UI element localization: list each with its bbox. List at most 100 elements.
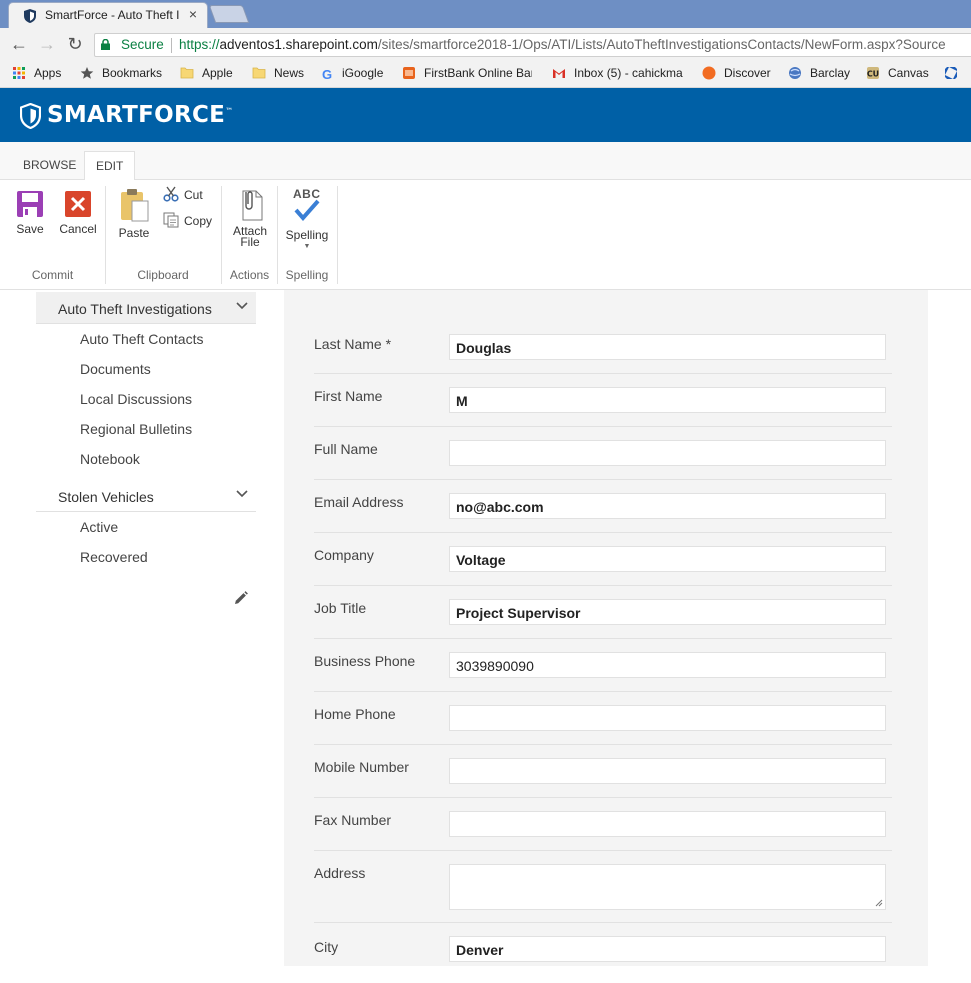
new-tab-button[interactable]: [208, 5, 250, 23]
browser-tabstrip: SmartForce - Auto Theft I ×: [0, 0, 971, 28]
address-textarea[interactable]: [449, 864, 886, 910]
shield-favicon-icon: [24, 9, 36, 23]
field-label: Address: [314, 865, 366, 881]
url-text[interactable]: https://adventos1.sharepoint.com/sites/s…: [179, 37, 946, 52]
bookmark-bookmarks[interactable]: Bookmarks: [80, 66, 162, 84]
tab-title: SmartForce - Auto Theft I: [45, 8, 180, 22]
nav-heading-auto-theft-investigations[interactable]: Auto Theft Investigations: [36, 292, 256, 324]
full-name-field[interactable]: [449, 440, 886, 466]
address-bar[interactable]: Secure https://adventos1.sharepoint.com/…: [94, 33, 971, 57]
last-name-field[interactable]: Douglas: [449, 334, 886, 360]
nav-item-documents[interactable]: Documents: [80, 361, 151, 377]
field-label: Business Phone: [314, 653, 416, 669]
nav-item-notebook[interactable]: Notebook: [80, 451, 140, 467]
bookmark-igoogle[interactable]: GiGoogle: [322, 66, 383, 84]
job-title-field[interactable]: Project Supervisor: [449, 599, 886, 625]
save-label: Save: [16, 222, 44, 236]
email-address-field[interactable]: no@abc.com: [449, 493, 886, 519]
bookmark-label: News: [274, 66, 305, 80]
field-label: City: [314, 939, 339, 955]
nav-item-regional-bulletins[interactable]: Regional Bulletins: [80, 421, 192, 437]
paste-button[interactable]: Paste: [116, 188, 152, 240]
mobile-number-field[interactable]: [449, 758, 886, 784]
bookmarks-bar: Apps Bookmarks Apple News GiGoogle First…: [0, 62, 971, 88]
nav-item-auto-theft-contacts[interactable]: Auto Theft Contacts: [80, 331, 203, 347]
lock-icon: [101, 39, 110, 50]
cancel-icon: [65, 191, 91, 217]
city-field[interactable]: Denver: [449, 936, 886, 962]
bookmark-label: Barclay: [810, 66, 851, 80]
tab-browse[interactable]: BROWSE: [12, 151, 87, 181]
bookmark-apps[interactable]: Apps: [12, 66, 61, 84]
attach-file-button[interactable]: Attach File: [228, 188, 272, 248]
scissors-icon: [163, 186, 179, 202]
quick-launch-nav: Auto Theft Investigations Auto Theft Con…: [0, 290, 284, 966]
field-label: Email Address: [314, 494, 404, 510]
brand-name: SMARTFORCE™: [47, 102, 234, 128]
first-name-field[interactable]: M: [449, 387, 886, 413]
tab-edit[interactable]: EDIT: [84, 151, 136, 181]
bookmark-inbox[interactable]: Inbox (5) - cahickma: [552, 66, 684, 84]
field-row-job-title: Job Title Project Supervisor: [314, 586, 892, 639]
field-row-business-phone: Business Phone 3039890090: [314, 639, 892, 692]
bookmark-news[interactable]: News: [252, 66, 304, 84]
bookmark-label: iGoogle: [342, 66, 384, 80]
chase-icon: [945, 67, 957, 79]
cancel-button[interactable]: Cancel: [56, 190, 100, 236]
save-button[interactable]: Save: [10, 190, 50, 236]
chevron-down-icon[interactable]: [236, 302, 248, 310]
fax-number-field[interactable]: [449, 811, 886, 837]
paste-icon: [121, 189, 149, 222]
field-label: Full Name: [314, 441, 378, 457]
browser-tab[interactable]: SmartForce - Auto Theft I ×: [8, 2, 208, 28]
bookmark-label: Apps: [34, 66, 62, 80]
paste-label: Paste: [118, 226, 150, 240]
bookmark-firstbank[interactable]: FirstBank Online Ban: [402, 66, 532, 84]
cu-icon: CU: [867, 67, 879, 79]
reload-icon[interactable]: ↻: [64, 34, 86, 55]
cut-button[interactable]: Cut: [163, 186, 203, 202]
nav-item-active[interactable]: Active: [80, 519, 118, 535]
back-arrow-icon[interactable]: ←: [8, 34, 30, 55]
spelling-button[interactable]: ABC Spelling ▼: [284, 186, 330, 250]
bookmark-label: Discover: [724, 66, 771, 80]
tab-close-icon[interactable]: ×: [189, 6, 197, 22]
forward-arrow-icon[interactable]: →: [36, 34, 58, 55]
bookmark-barclay[interactable]: Barclay: [788, 66, 850, 84]
secure-label: Secure: [121, 37, 164, 52]
suite-bar: SMARTFORCE™: [0, 88, 971, 142]
spelling-icon: ABC: [291, 186, 323, 224]
field-row-address: Address: [314, 851, 892, 923]
bookmark-canvas[interactable]: CU Canvas: [866, 66, 929, 84]
business-phone-field[interactable]: 3039890090: [449, 652, 886, 678]
field-row-full-name: Full Name: [314, 427, 892, 480]
field-row-city: City Denver: [314, 923, 892, 983]
resize-grip-icon[interactable]: [875, 899, 883, 907]
bookmark-chase[interactable]: [944, 66, 966, 84]
nav-heading-label: Auto Theft Investigations: [58, 301, 212, 317]
globe-icon: [789, 67, 801, 79]
field-row-mobile-number: Mobile Number: [314, 745, 892, 798]
nav-item-recovered[interactable]: Recovered: [80, 549, 148, 565]
save-icon: [17, 191, 43, 217]
company-field[interactable]: Voltage: [449, 546, 886, 572]
chevron-down-icon[interactable]: [236, 490, 248, 498]
bookmark-apple[interactable]: Apple: [180, 66, 233, 84]
copy-button[interactable]: Copy: [163, 212, 212, 228]
folder-icon: [180, 67, 194, 79]
field-label: First Name: [314, 388, 383, 404]
field-row-fax-number: Fax Number: [314, 798, 892, 851]
nav-item-local-discussions[interactable]: Local Discussions: [80, 391, 192, 407]
url-host: adventos1.sharepoint.com: [219, 37, 378, 52]
firstbank-icon: [403, 67, 415, 79]
spelling-label: Spelling: [285, 228, 329, 242]
attach-file-icon: [242, 190, 263, 221]
bookmark-discover[interactable]: Discover: [702, 66, 771, 84]
field-label: Fax Number: [314, 812, 392, 828]
bookmark-label: Inbox (5) - cahickma: [574, 66, 683, 80]
nav-heading-stolen-vehicles[interactable]: Stolen Vehicles: [36, 480, 256, 512]
folder-icon: [252, 67, 266, 79]
home-phone-field[interactable]: [449, 705, 886, 731]
group-label-clipboard: Clipboard: [137, 268, 189, 282]
edit-links-pencil-icon[interactable]: [234, 591, 248, 605]
